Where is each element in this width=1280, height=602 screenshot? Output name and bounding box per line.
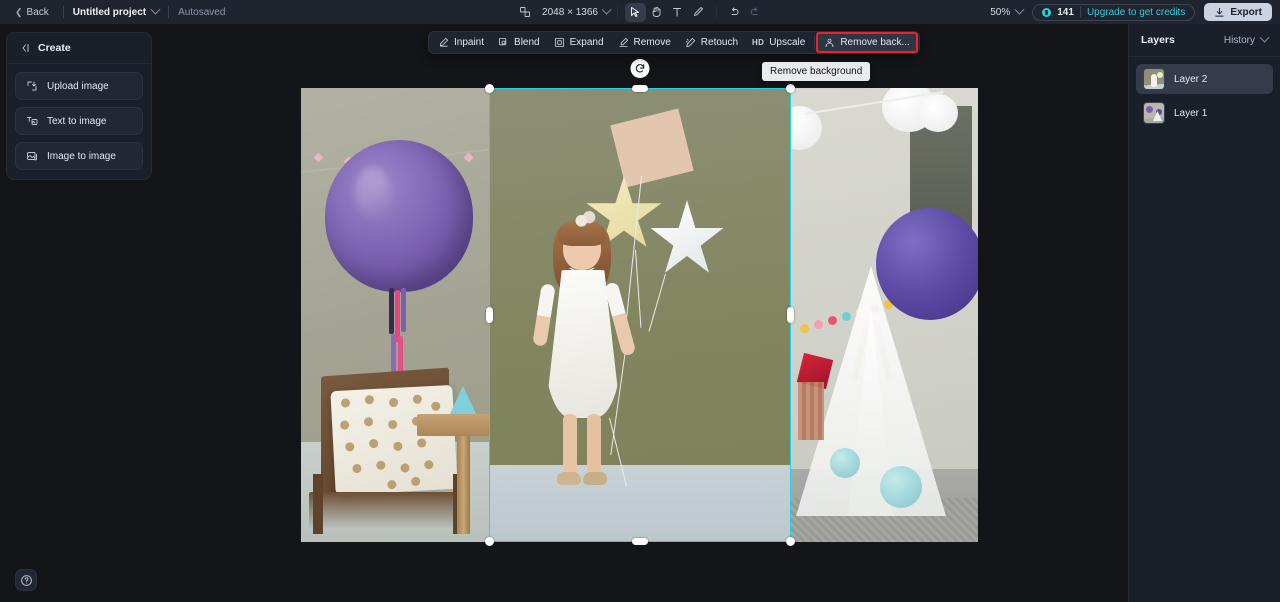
redo-button[interactable] [745,3,766,22]
remove-background-tooltip: Remove background [762,62,871,81]
inpaint-label: Inpaint [454,37,485,48]
canvas-size-icon[interactable] [514,3,535,22]
chevron-down-icon [1259,32,1270,43]
side-table [417,384,489,534]
export-button[interactable]: Export [1204,3,1272,21]
divider [616,5,618,19]
layers-panel-title: Layers [1141,34,1175,46]
zoom-level-value: 50% [990,6,1011,18]
remove-background-button[interactable]: Remove back... [816,32,918,53]
upscale-button[interactable]: HD Upscale [745,33,812,52]
topbar-left-group: ❮ Back Untitled project Autosaved [0,4,225,21]
divider [1079,7,1081,17]
artboard[interactable] [301,88,978,542]
inpaint-icon [438,37,449,48]
sidebar-item-label: Text to image [47,115,107,127]
retouch-label: Retouch [700,37,739,48]
credits-badge[interactable]: 141 Upgrade to get credits [1032,3,1196,21]
history-label: History [1223,34,1255,46]
export-label: Export [1230,6,1262,18]
select-tool[interactable] [624,2,646,22]
history-tab[interactable]: History [1223,32,1270,46]
sidebar-item-image-to-image[interactable]: Image to image [15,142,143,170]
layers-panel-header: Layers History [1129,24,1280,57]
retouch-icon [685,37,696,48]
layer-row-1[interactable]: Layer 1 [1136,98,1273,128]
blend-button[interactable]: Blend [491,33,547,52]
text-to-image-icon [26,115,38,127]
remove-label: Remove [633,37,671,48]
remove-background-label: Remove back... [840,37,910,48]
undo-button[interactable] [724,3,745,22]
upscale-label: Upscale [769,37,806,48]
brush-tool[interactable] [688,3,709,22]
sidebar-item-upload-image[interactable]: Upload image [15,72,143,100]
inpaint-button[interactable]: Inpaint [431,33,491,52]
divider [168,6,170,18]
layer-thumbnail [1143,68,1165,90]
create-panel-items: Upload image Text to image Image to imag… [7,64,151,170]
canvas-area[interactable] [152,24,1128,602]
layer-row-2[interactable]: Layer 2 [1136,64,1273,94]
chevron-down-icon [1014,4,1025,15]
back-label: Back [26,6,49,18]
canvas-image-left-region [301,88,489,542]
blend-label: Blend [514,37,540,48]
upload-image-icon [26,80,38,92]
image-actions-toolbar: Inpaint Blend Expand Remove Retouch HD U… [428,31,920,54]
back-button[interactable]: ❮ Back [10,4,54,21]
zoom-level-select[interactable]: 50% [990,4,1025,18]
retouch-button[interactable]: Retouch [678,33,745,52]
collapse-panel-icon [22,44,29,52]
layer-label: Layer 1 [1174,107,1208,119]
layer-thumbnail [1143,102,1165,124]
image-editor-app: ❮ Back Untitled project Autosaved 2048 ×… [0,0,1280,602]
divider [715,5,717,19]
rotate-handle[interactable] [630,59,650,78]
hand-tool[interactable] [646,3,667,22]
layers-list: Layer 2 Layer 1 [1129,57,1280,128]
topbar-center-group: 2048 × 1366 [514,0,766,24]
create-panel-title: Create [38,42,71,54]
topbar-right-group: 50% 141 Upgrade to get credits Export [990,0,1272,24]
sidebar-item-text-to-image[interactable]: Text to image [15,107,143,135]
expand-button[interactable]: Expand [547,33,611,52]
remove-button[interactable]: Remove [611,33,678,52]
upgrade-link[interactable]: Upgrade to get credits [1087,7,1185,18]
help-icon [20,574,32,586]
sidebar-item-label: Image to image [47,150,116,162]
blend-icon [498,37,509,48]
layer-label: Layer 2 [1174,73,1208,85]
remove-background-icon [824,37,835,48]
create-panel: Create Upload image Text to image Image … [6,32,152,180]
credits-count: 141 [1057,6,1074,18]
expand-icon [554,37,565,48]
sidebar-item-label: Upload image [47,80,109,92]
divider [62,6,64,18]
download-icon [1215,7,1224,17]
divider [814,36,816,49]
canvas-image-selected-layer[interactable] [489,88,790,542]
chevron-down-icon[interactable] [601,4,612,15]
top-toolbar: ❮ Back Untitled project Autosaved 2048 ×… [0,0,1280,24]
canvas-size-value[interactable]: 2048 × 1366 [542,7,598,18]
chevron-down-icon[interactable] [150,4,161,15]
autosave-status: Autosaved [178,6,226,18]
help-button[interactable] [15,569,37,591]
text-tool[interactable] [667,3,688,22]
chevron-left-icon: ❮ [15,6,23,17]
girl-subject [531,210,651,508]
layers-panel: Layers History Layer 2 Layer 1 [1128,24,1280,602]
coin-icon [1042,7,1052,17]
expand-label: Expand [569,37,604,48]
hd-icon: HD [752,38,765,47]
purple-balloon-right [876,208,978,320]
create-panel-header[interactable]: Create [7,33,151,64]
project-name[interactable]: Untitled project [73,7,146,18]
canvas-image-right-region [790,88,978,542]
remove-icon [618,37,629,48]
image-to-image-icon [26,150,38,162]
